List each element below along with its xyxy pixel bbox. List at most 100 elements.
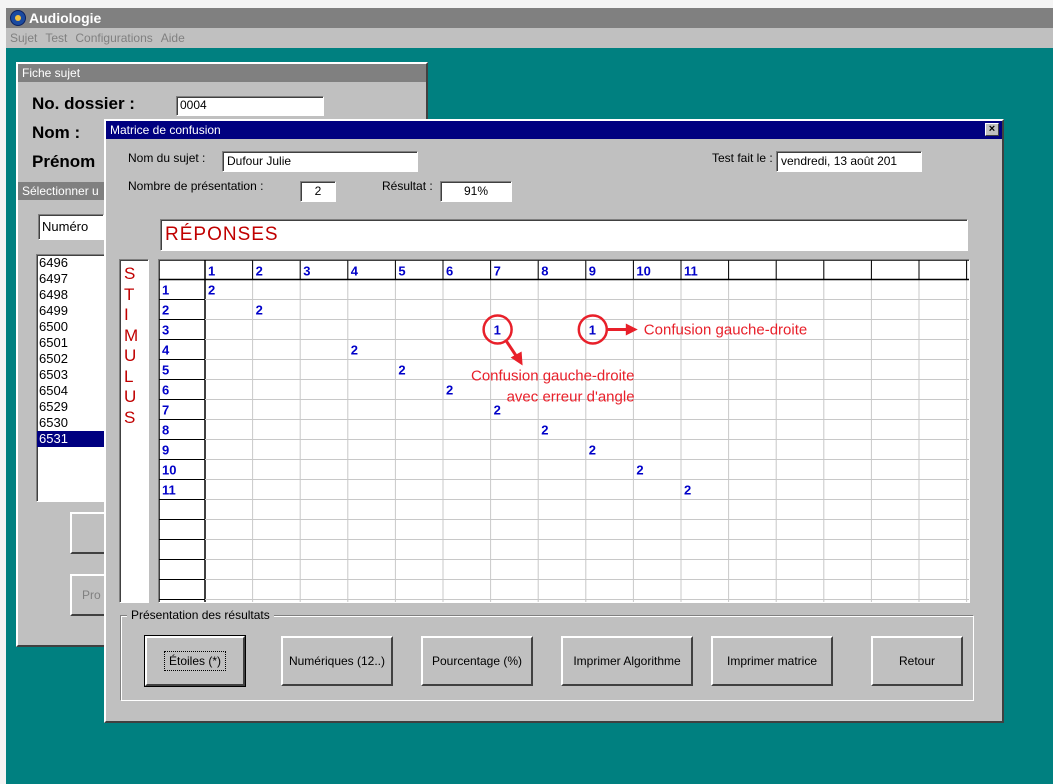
row-header: 5 — [162, 363, 169, 378]
subject-list[interactable]: 6496 6497 6498 6499 6500 6501 6502 6503 6504 6529… — [36, 254, 106, 502]
column-header: 6 — [446, 264, 453, 279]
subject-list-item[interactable]: 6504 — [37, 383, 105, 399]
column-header: 9 — [589, 264, 596, 279]
row-header: 9 — [162, 443, 169, 458]
nom-sujet-label: Nom du sujet : — [128, 151, 206, 165]
matrix-cell-value: 2 — [398, 363, 405, 378]
stimulus-letter: I — [124, 305, 129, 324]
dossier-field[interactable]: 0004 — [176, 96, 324, 116]
stimulus-letter: S — [124, 264, 136, 283]
column-header: 11 — [684, 264, 698, 279]
row-header: 4 — [162, 343, 170, 358]
column-header: 4 — [351, 264, 359, 279]
stimulus-letter: U — [124, 387, 137, 406]
annotation-label-3: avec erreur d'angle — [507, 389, 635, 406]
matrix-cell-value: 2 — [351, 343, 358, 358]
confusion-matrix-svg: 1 2 3 4 5 6 7 8 9 10 111234567891011221 122222222Co… — [159, 260, 969, 602]
nb-presentation-field[interactable]: 2 — [300, 181, 336, 202]
dialog-title-bar: Matrice de confusion × — [106, 121, 1002, 139]
matrix-cell-value: 2 — [541, 423, 548, 438]
fiche-sujet-title: Fiche sujet — [18, 64, 426, 82]
annotation-label-1: Confusion gauche-droite — [644, 322, 807, 339]
prenom-label: Prénom — [32, 152, 96, 171]
row-header: 8 — [162, 423, 169, 438]
etoiles-button-label: Étoiles (*) — [163, 651, 226, 671]
subject-list-item[interactable]: 6530 — [37, 415, 105, 431]
nb-presentation-label: Nombre de présentation : — [128, 179, 264, 193]
matrix-cell-value: 2 — [494, 403, 501, 418]
column-header: 1 — [208, 264, 215, 279]
retour-button[interactable]: Retour — [871, 636, 963, 686]
column-header: 3 — [303, 264, 310, 279]
reponses-header: RÉPONSES — [160, 219, 968, 251]
confusion-matrix-grid: 1 2 3 4 5 6 7 8 9 10 11 1 2 3 4 5 6 7 8 9 10 11 2 2 1 1 2 2 2 2 2 2 2 2 Co… — [158, 259, 970, 603]
annotation-arrow-head — [510, 351, 523, 366]
column-header: 7 — [494, 264, 501, 279]
row-header: 11 — [162, 483, 176, 498]
subject-list-item[interactable]: 6501 — [37, 335, 105, 351]
dossier-label: No. dossier : — [32, 94, 135, 113]
subject-list-item[interactable]: 6529 — [37, 399, 105, 415]
dialog-title: Matrice de confusion — [110, 123, 221, 137]
app-window: Audiologie Sujet Test Configurations Aid… — [6, 8, 1053, 784]
row-header: 10 — [162, 463, 176, 478]
row-header: 1 — [162, 283, 169, 298]
resultat-field[interactable]: 91% — [440, 181, 512, 202]
row-header: 3 — [162, 323, 169, 338]
audiologie-app-icon — [10, 10, 26, 26]
menu-test[interactable]: Test — [45, 31, 67, 45]
etoiles-button[interactable]: Étoiles (*) — [144, 635, 246, 687]
stimulus-letter: U — [124, 346, 137, 365]
matrix-cell-value: 2 — [256, 303, 263, 318]
row-header: 6 — [162, 383, 169, 398]
results-presentation-group: Présentation des résultats Étoiles (*) N… — [120, 608, 974, 701]
numeriques-button[interactable]: Numériques (12..) — [281, 636, 393, 686]
subject-list-item[interactable]: 6531 — [37, 431, 105, 447]
menu-configurations[interactable]: Configurations — [75, 31, 152, 45]
imprimer-matrice-button[interactable]: Imprimer matrice — [711, 636, 833, 686]
menu-sujet[interactable]: Sujet — [10, 31, 37, 45]
test-date-label: Test fait le : — [712, 151, 773, 165]
stimulus-letter: M — [124, 325, 139, 345]
annotation-arrow-line — [505, 340, 518, 358]
stimulus-letter: L — [124, 366, 134, 386]
results-presentation-label: Présentation des résultats — [127, 608, 274, 622]
resultat-label: Résultat : — [382, 179, 433, 193]
column-header: 8 — [541, 264, 548, 279]
pourcentage-button[interactable]: Pourcentage (%) — [421, 636, 533, 686]
matrix-cell-value: 1 — [589, 323, 596, 338]
annotation-label-2: Confusion gauche-droite — [471, 368, 634, 385]
stimulus-letter: T — [124, 284, 135, 304]
subject-list-item[interactable]: 6502 — [37, 351, 105, 367]
imprimer-algorithme-button[interactable]: Imprimer Algorithme — [561, 636, 693, 686]
app-title-bar: Audiologie — [6, 8, 1053, 28]
subject-list-item[interactable]: 6500 — [37, 319, 105, 335]
nom-label: Nom : — [32, 123, 81, 142]
row-header: 7 — [162, 403, 169, 418]
matrix-cell-value: 2 — [684, 483, 691, 498]
nom-sujet-field[interactable]: Dufour Julie — [222, 151, 418, 172]
matrix-cell-value: 2 — [208, 283, 215, 298]
confusion-matrix-dialog: Matrice de confusion × Nom du sujet : Du… — [104, 119, 1004, 723]
app-title: Audiologie — [29, 10, 102, 26]
column-header: 10 — [636, 264, 650, 279]
test-date-field[interactable]: vendredi, 13 août 201 — [776, 151, 922, 172]
stimulus-axis: STIMULUS — [119, 259, 149, 603]
close-icon[interactable]: × — [985, 123, 999, 136]
subject-list-item[interactable]: 6498 — [37, 287, 105, 303]
matrix-cell-value: 2 — [446, 383, 453, 398]
matrix-cell-value: 2 — [636, 463, 643, 478]
subject-list-item[interactable]: 6496 — [37, 255, 105, 271]
subject-list-item[interactable]: 6497 — [37, 271, 105, 287]
annotation-arrow-head — [625, 323, 638, 336]
subject-list-item[interactable]: 6499 — [37, 303, 105, 319]
menu-bar: Sujet Test Configurations Aide — [6, 28, 1053, 48]
column-header: 5 — [398, 264, 405, 279]
column-header: 2 — [256, 264, 263, 279]
stimulus-letter: S — [124, 407, 136, 427]
menu-aide[interactable]: Aide — [161, 31, 185, 45]
matrix-cell-value: 2 — [589, 443, 596, 458]
subject-list-item[interactable]: 6503 — [37, 367, 105, 383]
row-header: 2 — [162, 303, 169, 318]
search-criteria-select[interactable]: Numéro — [38, 214, 104, 240]
